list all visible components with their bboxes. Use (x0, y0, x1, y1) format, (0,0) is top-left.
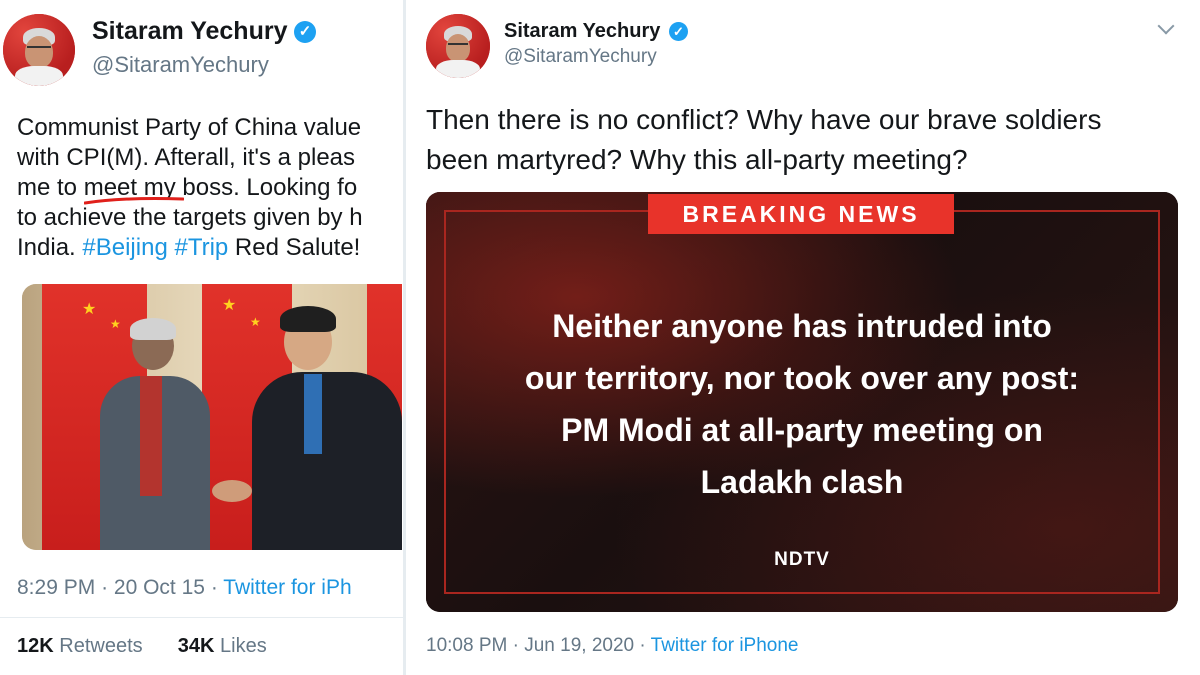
ndtv-logo: NDTV (774, 549, 830, 570)
tweet-source-link[interactable]: Twitter for iPh (223, 576, 351, 599)
tweet-date[interactable]: Jun 19, 2020 (524, 635, 634, 656)
left-author-name[interactable]: Sitaram Yechury (92, 17, 287, 46)
left-tweet: Sitaram Yechury ✓ @SitaramYechury Commun… (0, 0, 403, 675)
likes-stat[interactable]: 34K Likes (178, 635, 267, 657)
hashtag-beijing[interactable]: #Beijing (82, 234, 167, 261)
tweet-date[interactable]: 20 Oct 15 (114, 576, 205, 599)
text-line-2: been martyred? Why this all-party meetin… (426, 144, 968, 175)
news-headline: Neither anyone has intruded into our ter… (524, 308, 1080, 500)
red-underline-mark (83, 197, 184, 205)
chevron-down-icon[interactable] (1157, 17, 1175, 35)
tweet-time[interactable]: 8:29 PM (17, 576, 95, 599)
left-avatar[interactable] (3, 14, 75, 86)
text-line-3: me to meet my boss. Looking fo (17, 173, 363, 205)
right-handle[interactable]: @SitaramYechury (504, 46, 657, 68)
retweets-stat[interactable]: 12K Retweets (17, 635, 143, 657)
right-tweet-meta: 10:08 PM · Jun 19, 2020 · Twitter for iP… (426, 635, 799, 656)
verified-badge-icon: ✓ (294, 21, 316, 43)
text-line-5: India. #Beijing #Trip Red Salute! (17, 234, 361, 261)
text-line-1: Then there is no conflict? Why have our … (426, 104, 1102, 135)
tweet-photo[interactable]: ★ ★ ★ ★ (22, 284, 402, 550)
text-line-2: with CPI(M). Afterall, it's a pleas (17, 144, 356, 171)
underlined-phrase: meet my boss (83, 174, 233, 205)
hashtag-trip[interactable]: #Trip (174, 234, 228, 261)
news-card-image[interactable]: BREAKING NEWS Neither anyone has intrude… (426, 192, 1178, 612)
left-tweet-meta: 8:29 PM · 20 Oct 15 · Twitter for iPh (17, 576, 352, 599)
text-line-4: to achieve the targets given by h (17, 204, 363, 231)
left-handle[interactable]: @SitaramYechury (92, 52, 269, 78)
text-line-1: Communist Party of China value (17, 114, 362, 141)
tweet-time[interactable]: 10:08 PM (426, 635, 507, 656)
verified-badge-icon: ✓ (669, 22, 688, 41)
breaking-news-banner: BREAKING NEWS (648, 194, 954, 234)
tweet-source-link[interactable]: Twitter for iPhone (651, 635, 799, 656)
left-tweet-text: Communist Party of China value with CPI(… (17, 113, 363, 263)
right-avatar[interactable] (426, 14, 490, 78)
tweet-stats: 12K Retweets 34K Likes (17, 635, 267, 658)
right-author-name[interactable]: Sitaram Yechury (504, 20, 660, 43)
right-tweet-text: Then there is no conflict? Why have our … (426, 100, 1101, 180)
